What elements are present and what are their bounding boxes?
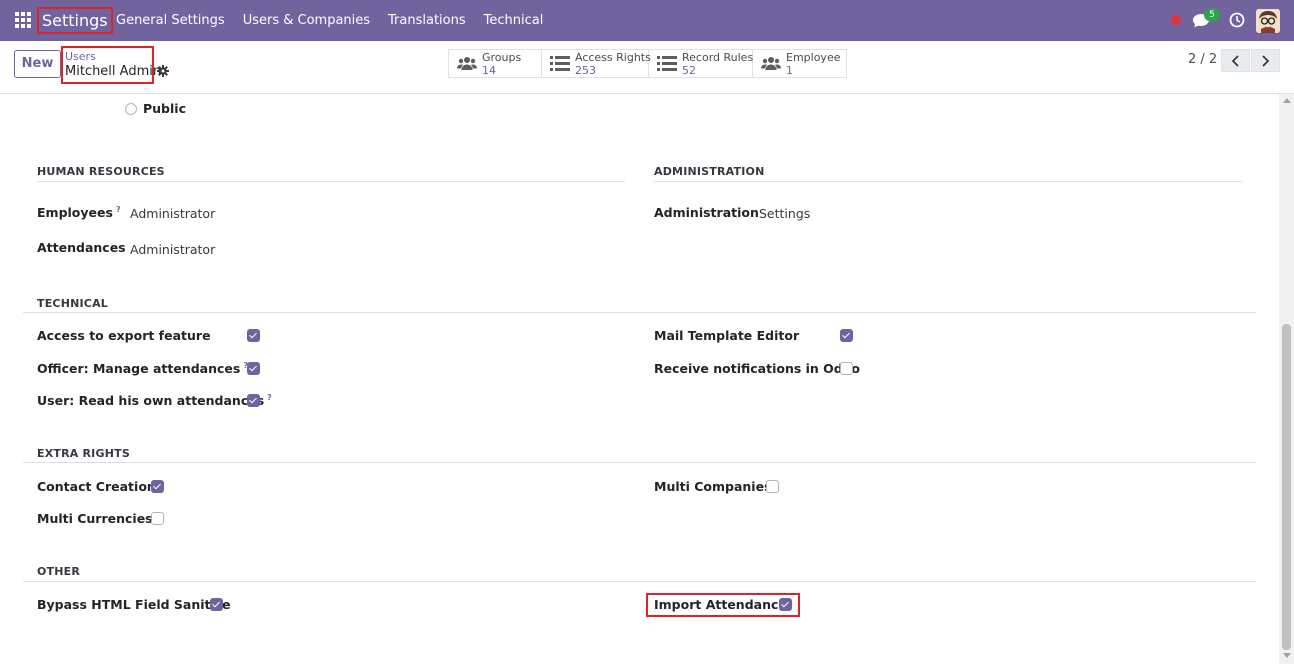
user-attendances-label-text: User: Read his own attendances [37, 393, 265, 409]
section-technical: TECHNICAL [37, 297, 108, 310]
record-indicator-icon[interactable] [1171, 15, 1181, 25]
receive-notifications-checkbox[interactable] [840, 362, 853, 375]
control-panel: New Users Mitchell Admin Groups 14 Acces… [0, 41, 1294, 94]
chevron-left-icon [1231, 55, 1239, 67]
smart-buttons: Groups 14 Access Rights 253 Record Rules… [448, 49, 847, 78]
officer-attendances-label: Officer: Manage attendances? [37, 361, 248, 376]
main-menu: General Settings Users & Companies Trans… [116, 0, 561, 41]
help-tooltip-icon[interactable]: ? [267, 393, 272, 402]
section-separator [23, 312, 1256, 313]
officer-attendances-label-text: Officer: Manage attendances [37, 361, 241, 377]
section-administration: ADMINISTRATION [654, 165, 765, 178]
employees-value[interactable]: Administrator [130, 206, 215, 221]
import-attendance-label: Import Attendance [654, 597, 787, 612]
menu-translations[interactable]: Translations [388, 0, 466, 41]
public-radio[interactable] [125, 103, 137, 115]
multi-currencies-checkbox[interactable] [151, 512, 164, 525]
smart-button-value: 253 [575, 64, 596, 77]
smart-button-label: Employee [786, 51, 841, 64]
form-scrollbar[interactable] [1279, 94, 1294, 664]
multi-currencies-label: Multi Currencies [37, 511, 153, 526]
mail-template-editor-checkbox[interactable] [840, 329, 853, 342]
smart-button-value: 52 [682, 64, 696, 77]
section-separator [23, 581, 1256, 582]
new-button[interactable]: New [14, 50, 61, 78]
section-separator [23, 462, 1256, 463]
section-extra-rights: EXTRA RIGHTS [37, 447, 130, 460]
smart-button-value: 14 [482, 64, 496, 77]
help-tooltip-icon[interactable]: ? [116, 205, 121, 214]
pager-value[interactable]: 2 / 2 [1188, 52, 1217, 67]
pager-previous-button[interactable] [1221, 49, 1250, 72]
app-brand[interactable]: Settings [37, 7, 113, 34]
list-icon [550, 56, 570, 71]
scroll-thumb[interactable] [1282, 324, 1291, 650]
smart-button-value: 1 [786, 64, 793, 77]
officer-attendances-checkbox[interactable] [247, 362, 260, 375]
multi-companies-checkbox[interactable] [766, 480, 779, 493]
gear-icon[interactable] [157, 65, 169, 77]
import-attendance-checkbox[interactable] [779, 598, 792, 611]
menu-general-settings[interactable]: General Settings [116, 0, 225, 41]
administration-value[interactable]: Settings [759, 206, 810, 221]
administration-label: Administration [654, 205, 759, 220]
groups-smart-button[interactable]: Groups 14 [449, 50, 542, 77]
user-attendances-checkbox[interactable] [247, 394, 260, 407]
access-rights-smart-button[interactable]: Access Rights 253 [542, 50, 651, 77]
list-icon [657, 56, 677, 71]
export-feature-label: Access to export feature [37, 328, 211, 343]
section-separator [654, 181, 1242, 182]
export-feature-checkbox[interactable] [247, 329, 260, 342]
employees-label-text: Employees [37, 205, 113, 221]
user-avatar[interactable] [1256, 9, 1280, 33]
users-icon [761, 57, 781, 70]
record-rules-smart-button[interactable]: Record Rules 52 [649, 50, 753, 77]
contact-creation-checkbox[interactable] [151, 480, 164, 493]
mail-template-editor-label: Mail Template Editor [654, 328, 800, 343]
menu-users-companies[interactable]: Users & Companies [243, 0, 370, 41]
breadcrumb-parent-link[interactable]: Users [65, 50, 96, 63]
breadcrumb: Users Mitchell Admin [61, 46, 161, 84]
scroll-up-arrow-icon[interactable] [1283, 98, 1291, 103]
chevron-right-icon [1262, 55, 1270, 67]
employees-label: Employees? [37, 205, 121, 220]
section-human-resources: HUMAN RESOURCES [37, 165, 165, 178]
smart-button-label: Access Rights [575, 51, 651, 64]
smart-button-label: Groups [482, 51, 522, 64]
public-radio-label: Public [143, 101, 186, 116]
employee-smart-button[interactable]: Employee 1 [753, 50, 846, 77]
section-other: OTHER [37, 565, 81, 578]
chat-count-badge: 5 [1204, 9, 1220, 21]
bypass-html-sanitize-label: Bypass HTML Field Sanitize [37, 597, 231, 612]
attendances-value[interactable]: Administrator [130, 242, 215, 257]
top-navbar: Settings General Settings Users & Compan… [0, 0, 1294, 41]
smart-button-label: Record Rules [682, 51, 754, 64]
pager-next-button[interactable] [1251, 49, 1280, 72]
users-icon [457, 57, 477, 70]
clock-icon[interactable] [1229, 12, 1245, 28]
user-attendances-label: User: Read his own attendances? [37, 393, 272, 408]
user-form: Public HUMAN RESOURCES Employees? Admini… [0, 94, 1279, 664]
scroll-down-arrow-icon[interactable] [1283, 653, 1291, 658]
contact-creation-label: Contact Creation [37, 479, 156, 494]
section-separator [37, 181, 625, 182]
receive-notifications-label: Receive notifications in Odoo [654, 361, 860, 376]
multi-companies-label: Multi Companies [654, 479, 772, 494]
menu-technical[interactable]: Technical [484, 0, 544, 41]
apps-menu-icon[interactable] [15, 12, 31, 28]
breadcrumb-current: Mitchell Admin [65, 64, 162, 79]
attendances-label: Attendances [37, 240, 126, 255]
bypass-html-sanitize-checkbox[interactable] [210, 598, 223, 611]
